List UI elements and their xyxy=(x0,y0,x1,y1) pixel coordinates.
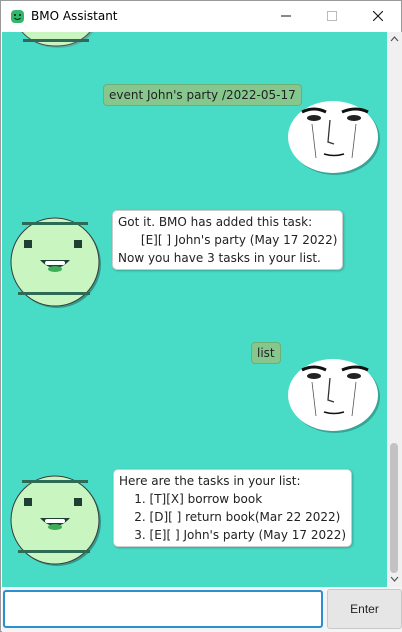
user-message: event John's party /2022-05-17 xyxy=(103,84,302,106)
scrollbar-thumb[interactable] xyxy=(390,443,398,573)
bmo-avatar xyxy=(10,475,101,566)
scroll-down-icon[interactable] xyxy=(390,574,399,583)
maximize-icon xyxy=(327,11,337,21)
user-message: list xyxy=(251,342,281,364)
close-button[interactable] xyxy=(355,1,401,32)
scroll-up-icon[interactable] xyxy=(390,35,399,44)
bmo-avatar xyxy=(10,217,101,308)
chat-area[interactable]: event John's party /2022-05-17 Got it. B… xyxy=(2,32,387,587)
input-bar: Enter xyxy=(2,587,402,632)
close-icon xyxy=(373,11,383,21)
bot-message: Here are the tasks in your list: 1. [T][… xyxy=(113,469,353,547)
app-window: BMO Assistant event John's party /2022-0… xyxy=(0,0,402,632)
maximize-button[interactable] xyxy=(309,1,355,32)
enter-button[interactable]: Enter xyxy=(327,589,402,629)
title-bar[interactable]: BMO Assistant xyxy=(1,1,401,32)
bmo-face-icon xyxy=(11,10,24,23)
chat-scrollbar[interactable] xyxy=(387,32,402,587)
user-avatar xyxy=(288,101,380,175)
minimize-icon xyxy=(281,15,291,17)
user-avatar xyxy=(288,359,380,433)
minimize-button[interactable] xyxy=(263,1,309,32)
bmo-avatar xyxy=(21,32,94,48)
window-title: BMO Assistant xyxy=(31,9,118,23)
message-input[interactable] xyxy=(3,590,323,628)
bot-message: Got it. BMO has added this task: [E][ ] … xyxy=(112,210,344,270)
